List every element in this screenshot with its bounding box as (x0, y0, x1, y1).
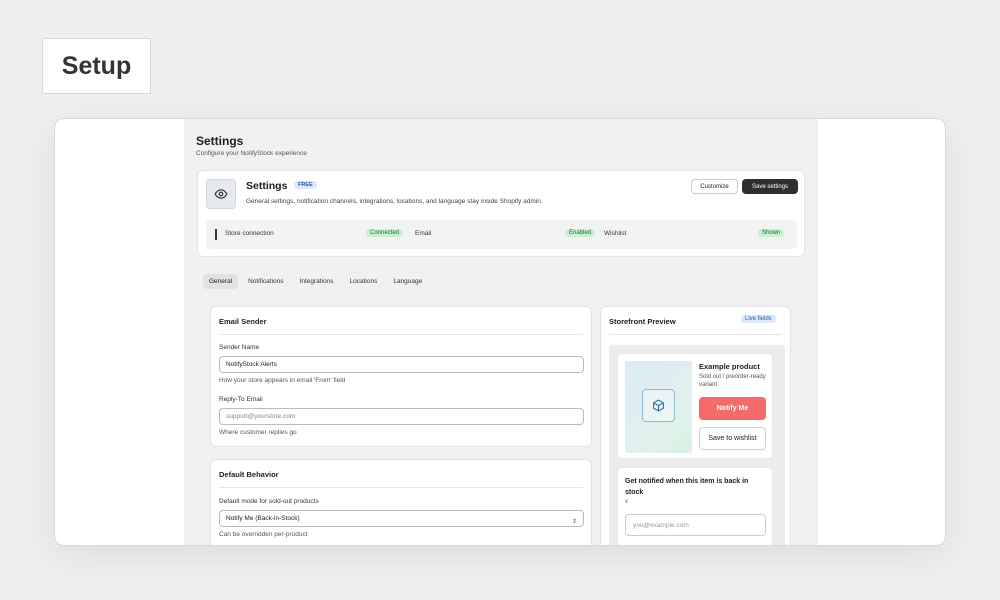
status-badge-email: Enabled (565, 229, 596, 237)
reply-to-help: Where customer replies go (219, 429, 297, 436)
status-strip: Store connection Connected Email Enabled… (206, 220, 797, 249)
default-behavior-card: Default Behavior Default mode for sold-o… (210, 459, 592, 545)
settings-tabs: General Notifications Integrations Locat… (203, 274, 428, 289)
notify-form: Get notified when this item is back in s… (617, 467, 773, 546)
mode-help: Can be overridden per-product (219, 531, 308, 538)
divider (609, 334, 782, 335)
chevron-updown-icon: ⇕ (571, 519, 577, 525)
mode-select-value: Notify Me (Back-in-Stock) (226, 515, 300, 522)
default-behavior-title: Default Behavior (219, 470, 279, 479)
settings-hero-card: Settings FREE General settings, notifica… (197, 170, 805, 257)
notify-form-title: Get notified when this item is back in s… (625, 478, 749, 496)
tab-integrations[interactable]: Integrations (294, 274, 340, 289)
reply-to-input[interactable] (219, 408, 584, 425)
hero-title: Settings (246, 180, 288, 192)
product-card: Example product Sold out / preorder-read… (617, 353, 773, 459)
page-subtitle: Configure your NotifyStock experience (196, 150, 307, 157)
sender-name-help: How your store appears in email 'From' f… (219, 377, 346, 384)
live-fields-badge: Live fields (741, 315, 776, 323)
tab-notifications[interactable]: Notifications (242, 274, 289, 289)
page-title: Settings (196, 134, 244, 148)
notify-me-button[interactable]: Notify Me (699, 397, 766, 420)
hero-description: General settings, notification channels,… (246, 198, 543, 205)
status-label-email: Email (415, 230, 432, 237)
customize-button[interactable]: Customize (691, 179, 738, 194)
settings-app: Settings Configure your NotifyStock expe… (184, 119, 818, 546)
product-image (625, 361, 692, 453)
status-label-wishlist: Wishlist (604, 230, 627, 237)
product-description: Sold out / preorder-ready variant (699, 374, 766, 388)
notify-second-field[interactable] (625, 545, 766, 546)
notify-email-input[interactable] (625, 514, 766, 536)
tab-general[interactable]: General (203, 274, 239, 289)
preview-title: Storefront Preview (609, 317, 676, 326)
reply-to-label: Reply-To Email (219, 396, 263, 403)
status-badge-wishlist: Shown (758, 229, 785, 237)
tab-language[interactable]: Language (387, 274, 428, 289)
plan-badge: FREE (294, 181, 317, 189)
eye-icon (206, 179, 236, 209)
product-name: Example product (699, 362, 760, 371)
storefront-preview-card: Storefront Preview Live fields Example p… (600, 306, 791, 546)
status-label-store: Store connection (225, 230, 274, 237)
save-to-wishlist-button[interactable]: Save to wishlist (699, 427, 766, 450)
setup-label: Setup (42, 38, 151, 94)
close-icon[interactable]: x (625, 499, 628, 505)
tab-locations[interactable]: Locations (344, 274, 384, 289)
divider (219, 487, 583, 488)
save-settings-button[interactable]: Save settings (742, 179, 798, 194)
email-sender-title: Email Sender (219, 317, 267, 326)
preview-canvas: Example product Sold out / preorder-read… (609, 345, 785, 546)
status-badge-store: Connected (366, 229, 404, 237)
mode-label: Default mode for sold-out products (219, 498, 319, 505)
app-frame: Settings Configure your NotifyStock expe… (54, 118, 946, 546)
email-sender-card: Email Sender Sender Name How your store … (210, 306, 592, 447)
mode-select[interactable]: Notify Me (Back-in-Stock) ⇕ (219, 510, 584, 527)
sender-name-label: Sender Name (219, 344, 260, 351)
cube-icon (642, 389, 675, 422)
sender-name-input[interactable] (219, 356, 584, 373)
divider (219, 334, 583, 335)
status-divider (215, 229, 217, 240)
